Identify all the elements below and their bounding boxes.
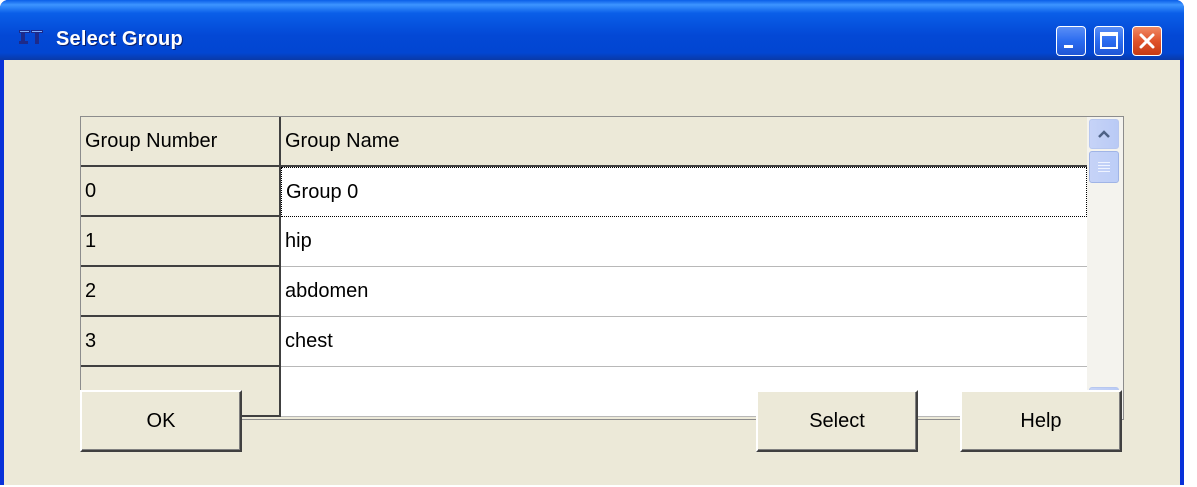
table-header-row: Group Number Group Name xyxy=(81,117,1087,167)
scroll-up-button[interactable] xyxy=(1089,119,1119,149)
group-number-cell[interactable]: 3 xyxy=(81,317,281,367)
chevron-up-icon xyxy=(1098,130,1110,138)
group-number-cell[interactable]: 1 xyxy=(81,217,281,267)
table-row[interactable]: 3 chest xyxy=(81,317,1087,367)
group-number-cell[interactable]: 2 xyxy=(81,267,281,317)
maximize-icon xyxy=(1100,32,1118,49)
minimize-icon xyxy=(1064,45,1073,48)
group-table[interactable]: Group Number Group Name 0 Group 0 1 hip … xyxy=(80,116,1124,420)
minimize-button[interactable] xyxy=(1056,26,1086,56)
group-name-cell[interactable]: hip xyxy=(281,217,1087,267)
dialog-client-area: Group Number Group Name 0 Group 0 1 hip … xyxy=(4,60,1180,485)
close-button[interactable] xyxy=(1132,26,1162,56)
select-group-dialog: Select Group Group Number Group Name 0 G… xyxy=(0,0,1184,485)
group-number-cell[interactable]: 0 xyxy=(81,167,281,217)
app-icon[interactable] xyxy=(18,27,46,49)
group-name-cell[interactable]: Group 0 xyxy=(281,167,1087,217)
close-icon xyxy=(1139,33,1155,49)
group-name-cell[interactable]: abdomen xyxy=(281,267,1087,317)
help-button[interactable]: Help xyxy=(960,390,1122,452)
maximize-button[interactable] xyxy=(1094,26,1124,56)
column-header-group-name[interactable]: Group Name xyxy=(281,117,1087,167)
table-row[interactable]: 2 abdomen xyxy=(81,267,1087,317)
ok-button[interactable]: OK xyxy=(80,390,242,452)
select-button[interactable]: Select xyxy=(756,390,918,452)
title-bar[interactable]: Select Group xyxy=(0,0,1184,60)
grip-icon xyxy=(1098,162,1110,172)
group-name-cell[interactable]: chest xyxy=(281,317,1087,367)
table-row[interactable]: 1 hip xyxy=(81,217,1087,267)
column-header-group-number[interactable]: Group Number xyxy=(81,117,281,167)
vertical-scrollbar[interactable] xyxy=(1087,117,1123,419)
scroll-thumb[interactable] xyxy=(1089,151,1119,183)
window-title: Select Group xyxy=(56,28,183,50)
table-row[interactable]: 0 Group 0 xyxy=(81,167,1087,217)
